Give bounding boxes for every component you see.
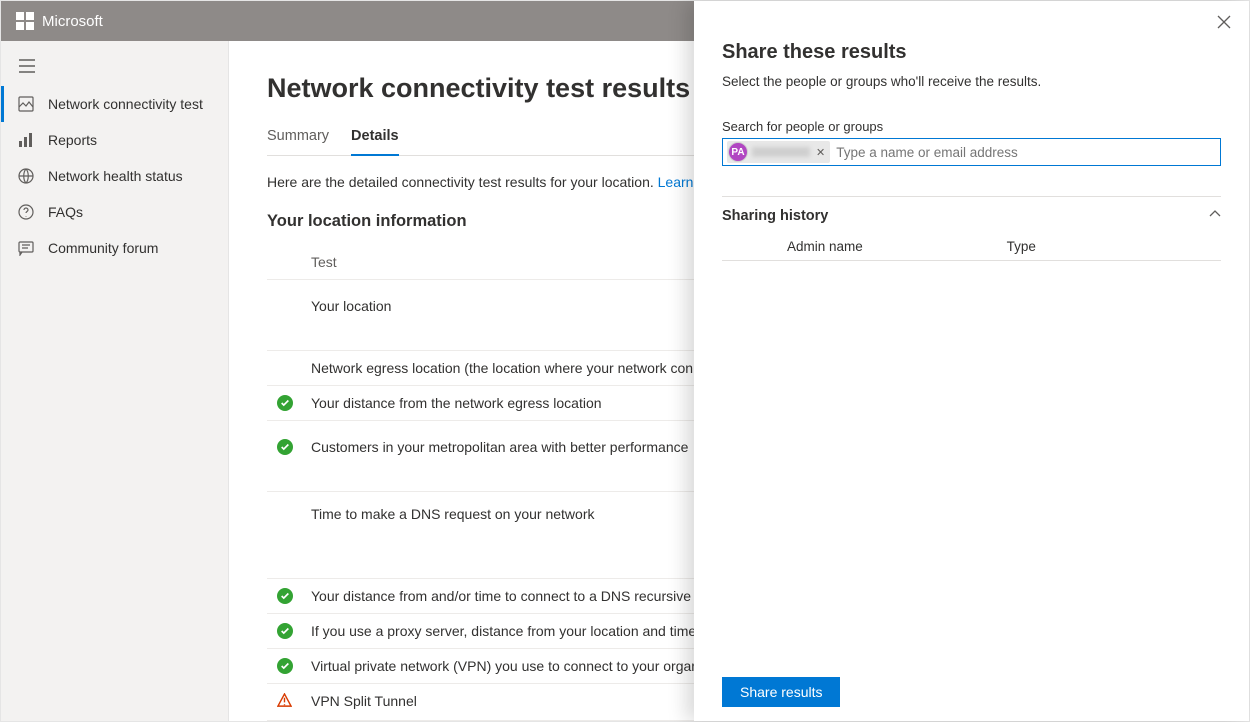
check-icon [277,588,293,604]
sidebar-item-label: Reports [48,132,97,148]
avatar: PA [728,142,748,162]
panel-subtitle: Select the people or groups who'll recei… [722,74,1221,89]
warning-icon [277,695,292,711]
sidebar-item-label: FAQs [48,204,83,220]
share-panel: Share these results Select the people or… [694,1,1249,721]
person-chip: PA ✕ [727,141,830,163]
bar-chart-icon [18,132,34,148]
redacted-name [752,147,810,157]
sidebar-item-network-test[interactable]: Network connectivity test [1,86,228,122]
hamburger-icon [19,59,35,73]
chat-icon [18,240,34,256]
nav-toggle-button[interactable] [1,51,228,86]
intro-text-body: Here are the detailed connectivity test … [267,174,658,190]
sidebar-item-faqs[interactable]: FAQs [1,194,228,230]
image-icon [18,96,34,112]
check-icon [277,439,293,455]
panel-title: Share these results [722,41,1221,64]
search-label: Search for people or groups [722,119,1221,134]
microsoft-logo-icon [16,12,34,30]
sidebar: Network connectivity test Reports Networ… [1,41,229,721]
close-button[interactable] [1217,15,1231,33]
close-icon [1217,15,1231,29]
sharing-history-toggle[interactable]: Sharing history [722,197,1221,233]
people-picker[interactable]: PA ✕ [722,138,1221,166]
brand-text: Microsoft [42,13,103,30]
sidebar-item-label: Network health status [48,168,183,184]
help-icon [18,204,34,220]
check-icon [277,395,293,411]
check-icon [277,658,293,674]
tab-details[interactable]: Details [351,122,399,156]
chip-remove-button[interactable]: ✕ [814,146,827,159]
sidebar-item-forum[interactable]: Community forum [1,230,228,266]
people-search-input[interactable] [830,145,1216,160]
globe-icon [18,168,34,184]
sidebar-item-reports[interactable]: Reports [1,122,228,158]
sidebar-item-health[interactable]: Network health status [1,158,228,194]
sidebar-item-label: Network connectivity test [48,96,203,112]
chevron-up-icon [1209,207,1221,225]
brand-logo[interactable]: Microsoft [16,12,103,30]
share-results-button[interactable]: Share results [722,677,840,707]
history-table-header: Admin name Type [722,233,1221,261]
sidebar-item-label: Community forum [48,240,158,256]
check-icon [277,623,293,639]
history-title: Sharing history [722,208,828,224]
col-type: Type [932,239,1221,254]
col-admin-name: Admin name [722,239,932,254]
tab-summary[interactable]: Summary [267,122,329,156]
